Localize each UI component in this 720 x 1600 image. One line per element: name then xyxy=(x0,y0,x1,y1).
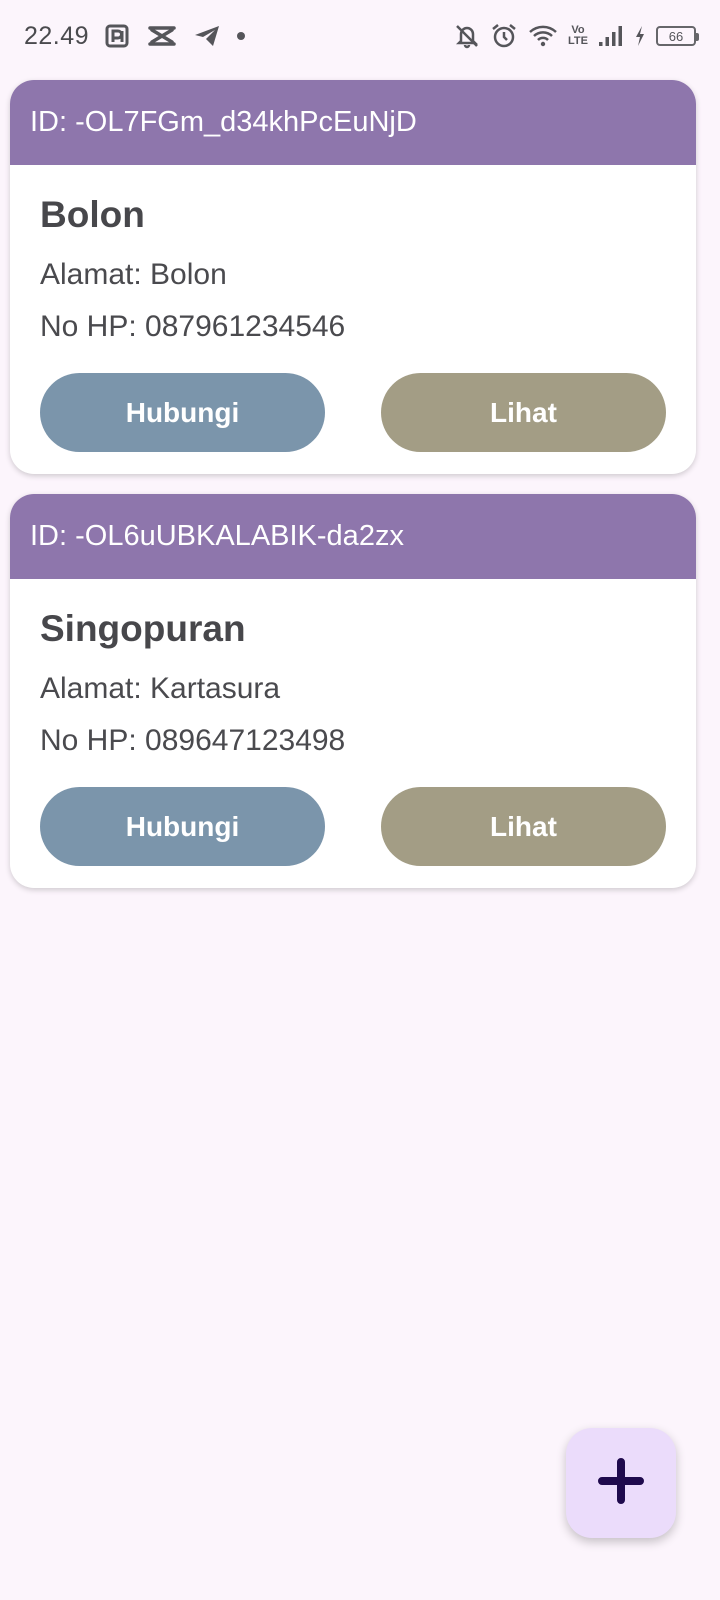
mute-notification-icon xyxy=(454,23,480,49)
contact-card: ID: -OL7FGm_d34khPcEuNjD Bolon Alamat: B… xyxy=(10,80,696,474)
contact-card-body: Singopuran Alamat: Kartasura No HP: 0896… xyxy=(10,579,696,866)
contact-phone: No HP: 089647123498 xyxy=(40,724,346,757)
charging-icon xyxy=(634,25,646,47)
contact-name: Singopuran xyxy=(40,608,246,649)
contact-actions: Hubungi Lihat xyxy=(40,787,666,866)
view-button[interactable]: Lihat xyxy=(381,373,666,452)
signal-icon xyxy=(598,25,624,47)
battery-icon: 66 xyxy=(656,26,699,46)
contact-address: Alamat: Kartasura xyxy=(40,672,281,705)
capcut-icon xyxy=(147,24,177,48)
add-contact-button[interactable] xyxy=(566,1428,676,1538)
contact-button[interactable]: Hubungi xyxy=(40,787,325,866)
contact-address: Alamat: Bolon xyxy=(40,258,227,291)
status-bar-right: Vo LTE 66 xyxy=(454,22,699,50)
volte-label-bottom: LTE xyxy=(568,35,588,47)
status-bar-left: 22.49 xyxy=(24,21,246,51)
wifi-icon xyxy=(528,24,558,48)
contact-button[interactable]: Hubungi xyxy=(40,373,325,452)
battery-level: 66 xyxy=(668,28,684,44)
status-time: 22.49 xyxy=(24,21,90,50)
volte-icon: Vo LTE xyxy=(568,25,588,47)
telegram-icon xyxy=(193,24,221,48)
contact-id-header: ID: -OL7FGm_d34khPcEuNjD xyxy=(10,80,696,165)
view-button[interactable]: Lihat xyxy=(381,787,666,866)
contact-name: Bolon xyxy=(40,194,145,235)
contact-id-header: ID: -OL6uUBKALABIK-da2zx xyxy=(10,494,696,579)
plus-icon xyxy=(598,1457,644,1509)
status-bar: 22.49 Vo LTE 66 xyxy=(0,0,720,72)
contact-actions: Hubungi Lihat xyxy=(40,373,666,452)
contact-list: ID: -OL7FGm_d34khPcEuNjD Bolon Alamat: B… xyxy=(10,80,696,908)
parking-app-icon xyxy=(105,23,131,49)
contact-phone: No HP: 087961234546 xyxy=(40,310,346,343)
contact-card-body: Bolon Alamat: Bolon No HP: 087961234546 … xyxy=(10,165,696,452)
contact-id: ID: -OL7FGm_d34khPcEuNjD xyxy=(30,106,417,138)
contact-card: ID: -OL6uUBKALABIK-da2zx Singopuran Alam… xyxy=(10,494,696,888)
contact-id: ID: -OL6uUBKALABIK-da2zx xyxy=(30,520,404,552)
notification-dot xyxy=(237,32,246,40)
alarm-icon xyxy=(490,22,518,50)
